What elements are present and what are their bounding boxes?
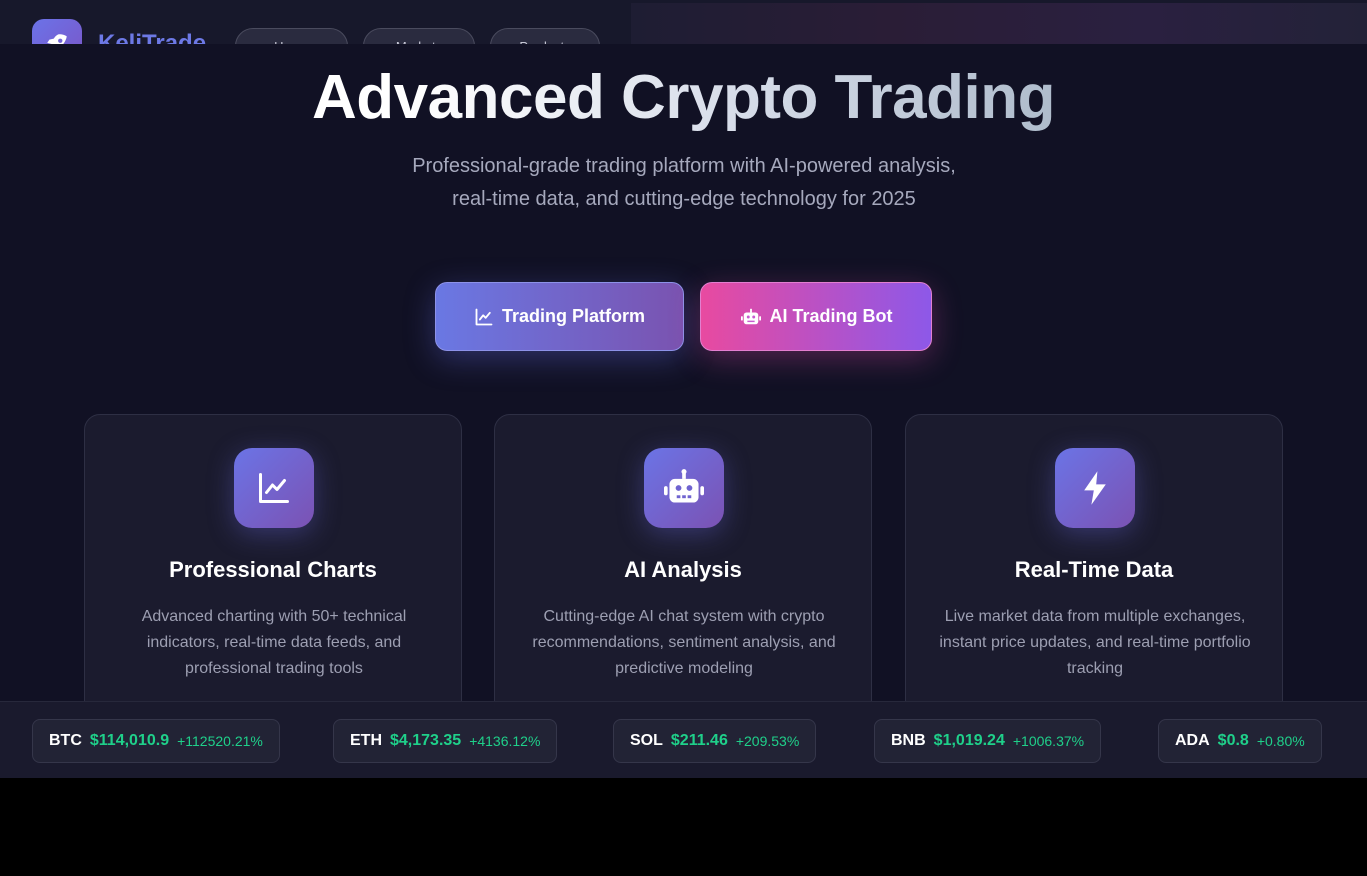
feature-card-ai: AI Analysis Cutting-edge AI chat system …	[494, 414, 872, 724]
chart-line-icon	[259, 473, 289, 503]
feature-title: Professional Charts	[169, 557, 377, 582]
ticker-price: $0.8	[1217, 732, 1249, 749]
feature-description: Advanced charting with 50+ technical ind…	[141, 608, 407, 677]
trading-platform-label: Trading Platform	[501, 306, 645, 326]
feature-icon-box	[1055, 448, 1135, 528]
hero-title: Advanced Crypto Trading	[0, 62, 1367, 133]
ticker-price: $1,019.24	[933, 732, 1005, 749]
ticker-symbol: BNB	[891, 732, 926, 749]
ticker-symbol: BTC	[49, 732, 82, 749]
ticker-price: $211.46	[670, 732, 728, 749]
feature-description: Live market data from multiple exchanges…	[939, 608, 1251, 677]
ticker-symbol: SOL	[630, 732, 663, 749]
ticker-item-ada[interactable]: ADA $0.8 +0.80%	[1158, 719, 1322, 763]
ai-trading-bot-label: AI Trading Bot	[769, 306, 893, 326]
ticker-change: +209.53%	[735, 733, 800, 749]
chart-line-icon	[475, 308, 493, 325]
ticker-change: +0.80%	[1256, 733, 1305, 749]
ticker-symbol: ETH	[350, 732, 382, 749]
ticker-price: $114,010.9	[89, 732, 170, 749]
feature-card-realtime: Real-Time Data Live market data from mul…	[905, 414, 1283, 724]
feature-icon-box	[234, 448, 314, 528]
ticker-item-bnb[interactable]: BNB $1,019.24 +1006.37%	[874, 719, 1102, 763]
ticker-change: +112520.21%	[177, 733, 263, 749]
app-viewport: KeliTrade Home Markets Products Advanced…	[0, 0, 1367, 778]
feature-description: Cutting-edge AI chat system with crypto …	[532, 608, 836, 677]
ticker-item-btc[interactable]: BTC $114,010.9 +112520.21%	[32, 719, 280, 763]
feature-icon-box	[644, 448, 724, 528]
hero-section: Advanced Crypto Trading Professional-gra…	[0, 44, 1367, 778]
header-background-glow	[631, 3, 1367, 44]
feature-card-charts: Professional Charts Advanced charting wi…	[84, 414, 462, 724]
site-header: KeliTrade Home Markets Products	[0, 0, 1367, 69]
feature-title: AI Analysis	[624, 557, 742, 582]
ai-trading-bot-button[interactable]: AI Trading Bot	[700, 282, 932, 351]
trading-platform-button[interactable]: Trading Platform	[435, 282, 684, 351]
ticker-change: +4136.12%	[469, 733, 541, 749]
hero-subtitle: Professional-grade trading platform with…	[412, 155, 956, 210]
robot-icon	[664, 469, 704, 503]
feature-title: Real-Time Data	[1014, 557, 1174, 582]
ticker-price: $4,173.35	[390, 732, 462, 749]
lightning-icon	[1084, 471, 1106, 505]
ticker-item-sol[interactable]: SOL $211.46 +209.53%	[613, 719, 817, 763]
price-ticker: BTC $114,010.9 +112520.21% ETH $4,173.35…	[0, 701, 1367, 778]
ticker-symbol: ADA	[1175, 732, 1210, 749]
ticker-item-eth[interactable]: ETH $4,173.35 +4136.12%	[333, 719, 558, 763]
ticker-change: +1006.37%	[1012, 733, 1085, 749]
robot-icon	[740, 308, 761, 324]
